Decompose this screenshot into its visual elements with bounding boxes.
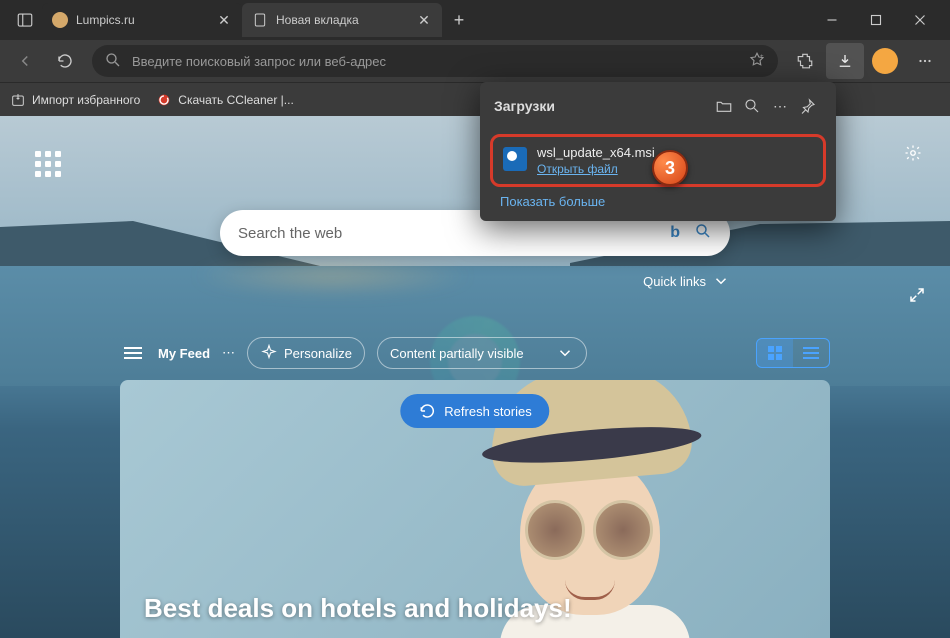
tab-title: Lumpics.ru xyxy=(76,13,208,27)
page-icon xyxy=(252,12,268,28)
feed-more-button[interactable]: ⋯ xyxy=(222,345,235,361)
ccleaner-icon xyxy=(156,92,172,108)
feed-bar: My Feed ⋯ Personalize Content partially … xyxy=(120,334,830,372)
personalize-label: Personalize xyxy=(284,346,352,361)
msi-file-icon xyxy=(503,147,527,171)
quick-links-label: Quick links xyxy=(643,274,706,289)
new-tab-button[interactable]: + xyxy=(442,3,476,37)
personalize-button[interactable]: Personalize xyxy=(247,337,365,369)
quick-links-toggle[interactable]: Quick links xyxy=(643,272,730,290)
tab-lumpics[interactable]: Lumpics.ru ✕ xyxy=(42,3,242,37)
profile-avatar[interactable] xyxy=(872,48,898,74)
downloads-button[interactable] xyxy=(826,43,864,79)
sparkle-icon xyxy=(260,344,278,362)
visibility-dropdown[interactable]: Content partially visible xyxy=(377,337,587,369)
bookmark-ccleaner[interactable]: Скачать CCleaner |... xyxy=(156,92,293,108)
maximize-button[interactable] xyxy=(854,3,898,37)
downloads-panel: Загрузки ⋯ wsl_update_x64.msi Открыть фа… xyxy=(480,82,836,221)
refresh-stories-button[interactable]: Refresh stories xyxy=(400,394,549,428)
page-settings-button[interactable] xyxy=(904,144,922,167)
card-headline: Best deals on hotels and holidays! xyxy=(144,593,572,624)
tab-title: Новая вкладка xyxy=(276,13,408,27)
downloads-header: Загрузки ⋯ xyxy=(480,82,836,130)
menu-button[interactable] xyxy=(906,43,944,79)
download-filename: wsl_update_x64.msi xyxy=(537,145,655,160)
tab-newtab[interactable]: Новая вкладка ✕ xyxy=(242,3,442,37)
titlebar: Lumpics.ru ✕ Новая вкладка ✕ + xyxy=(0,0,950,40)
close-icon[interactable]: ✕ xyxy=(216,12,232,28)
tab-actions-button[interactable] xyxy=(8,3,42,37)
favicon-icon xyxy=(52,12,68,28)
list-layout-button[interactable] xyxy=(793,339,829,367)
address-placeholder: Введите поисковый запрос или веб-адрес xyxy=(132,54,748,69)
close-window-button[interactable] xyxy=(898,3,942,37)
grid-layout-button[interactable] xyxy=(757,339,793,367)
refresh-button[interactable] xyxy=(46,43,84,79)
feed-card[interactable]: Refresh stories Best deals on hotels and… xyxy=(120,380,830,638)
pin-downloads-button[interactable] xyxy=(794,92,822,120)
close-icon[interactable]: ✕ xyxy=(416,12,432,28)
visibility-label: Content partially visible xyxy=(390,346,524,361)
refresh-label: Refresh stories xyxy=(444,404,531,419)
annotation-step-3: 3 xyxy=(652,150,688,186)
search-icon xyxy=(104,51,122,72)
favorite-icon[interactable]: + xyxy=(748,51,766,72)
address-bar[interactable]: Введите поисковый запрос или веб-адрес + xyxy=(92,45,778,77)
bookmark-label: Импорт избранного xyxy=(32,93,140,107)
search-downloads-button[interactable] xyxy=(738,92,766,120)
minimize-button[interactable] xyxy=(810,3,854,37)
bookmark-label: Скачать CCleaner |... xyxy=(178,93,293,107)
chevron-down-icon xyxy=(556,344,574,362)
open-folder-button[interactable] xyxy=(710,92,738,120)
bookmark-import[interactable]: Импорт избранного xyxy=(10,92,140,108)
open-file-link[interactable]: Открыть файл xyxy=(537,162,655,176)
my-feed-label[interactable]: My Feed xyxy=(158,346,210,361)
bing-icon: b xyxy=(670,224,680,242)
toolbar: Введите поисковый запрос или веб-адрес + xyxy=(0,40,950,82)
downloads-title: Загрузки xyxy=(494,98,710,114)
show-more-downloads[interactable]: Показать больше xyxy=(480,193,836,211)
layout-toggle xyxy=(756,338,830,368)
chevron-down-icon xyxy=(712,272,730,290)
expand-button[interactable] xyxy=(908,286,926,309)
show-more-link[interactable]: Показать больше xyxy=(500,194,605,209)
sidebar-icon xyxy=(16,11,34,29)
downloads-more-button[interactable]: ⋯ xyxy=(766,92,794,120)
refresh-icon xyxy=(418,402,436,420)
search-icon[interactable] xyxy=(694,222,712,245)
back-button[interactable] xyxy=(6,43,44,79)
import-icon xyxy=(10,92,26,108)
extensions-button[interactable] xyxy=(786,43,824,79)
apps-button[interactable] xyxy=(28,144,68,184)
search-placeholder: Search the web xyxy=(238,225,670,242)
feed-menu-button[interactable] xyxy=(120,347,146,359)
svg-text:+: + xyxy=(760,53,764,59)
